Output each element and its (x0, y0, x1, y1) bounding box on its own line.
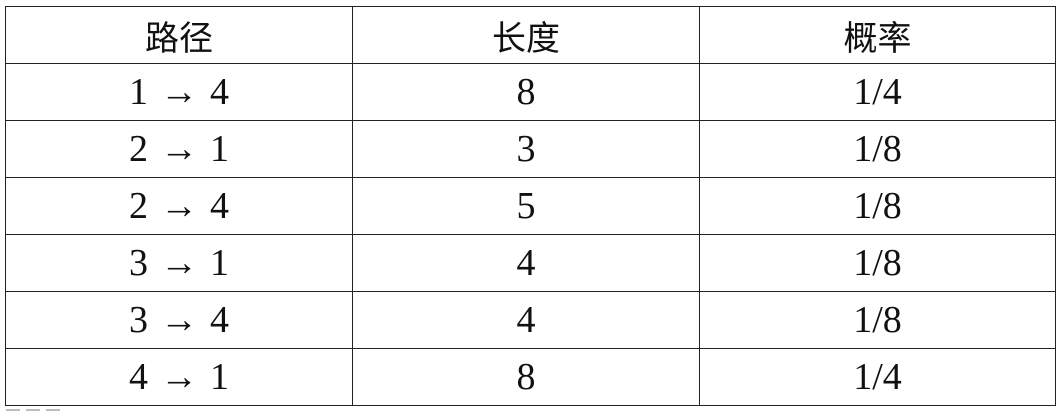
table-header-row: 路径 长度 概率 (5, 6, 1056, 64)
path-from: 1 (129, 71, 148, 113)
cropped-text-fragment (6, 404, 126, 414)
path-table-container: 路径 长度 概率 1 → 4 8 1/4 2 → 1 3 1/8 2 → 4 5… (5, 6, 1056, 406)
probability-cell: 1/4 (699, 348, 1056, 406)
path-from: 2 (129, 128, 148, 170)
path-from: 3 (129, 299, 148, 341)
path-to: 1 (210, 128, 229, 170)
path-to: 4 (210, 71, 229, 113)
length-cell: 8 (352, 348, 700, 406)
path-to: 4 (210, 299, 229, 341)
probability-cell: 1/4 (699, 63, 1056, 121)
path-to: 4 (210, 185, 229, 227)
fragment-stroke (46, 409, 60, 414)
path-cell: 3 → 4 (5, 291, 353, 349)
arrow-icon: → (160, 71, 198, 113)
fragment-stroke (6, 409, 20, 414)
length-cell: 4 (352, 234, 700, 292)
table-row: 1 → 4 8 1/4 (5, 63, 1056, 121)
probability-cell: 1/8 (699, 120, 1056, 178)
path-cell: 2 → 4 (5, 177, 353, 235)
path-probability-table: 路径 长度 概率 1 → 4 8 1/4 2 → 1 3 1/8 2 → 4 5… (5, 6, 1056, 406)
arrow-icon: → (160, 356, 198, 398)
path-cell: 4 → 1 (5, 348, 353, 406)
table-row: 2 → 1 3 1/8 (5, 120, 1056, 178)
arrow-icon: → (160, 128, 198, 170)
path-from: 4 (129, 356, 148, 398)
path-from: 3 (129, 242, 148, 284)
length-cell: 4 (352, 291, 700, 349)
header-path: 路径 (5, 6, 353, 64)
table-row: 2 → 4 5 1/8 (5, 177, 1056, 235)
length-cell: 8 (352, 63, 700, 121)
arrow-icon: → (160, 242, 198, 284)
table-row: 3 → 1 4 1/8 (5, 234, 1056, 292)
path-to: 1 (210, 242, 229, 284)
path-cell: 1 → 4 (5, 63, 353, 121)
table-row: 3 → 4 4 1/8 (5, 291, 1056, 349)
path-cell: 3 → 1 (5, 234, 353, 292)
table-row: 4 → 1 8 1/4 (5, 348, 1056, 406)
path-from: 2 (129, 185, 148, 227)
fragment-stroke (26, 409, 40, 414)
header-probability: 概率 (699, 6, 1056, 64)
probability-cell: 1/8 (699, 291, 1056, 349)
length-cell: 3 (352, 120, 700, 178)
length-cell: 5 (352, 177, 700, 235)
arrow-icon: → (160, 299, 198, 341)
probability-cell: 1/8 (699, 177, 1056, 235)
header-length: 长度 (352, 6, 700, 64)
probability-cell: 1/8 (699, 234, 1056, 292)
path-cell: 2 → 1 (5, 120, 353, 178)
path-to: 1 (210, 356, 229, 398)
arrow-icon: → (160, 185, 198, 227)
